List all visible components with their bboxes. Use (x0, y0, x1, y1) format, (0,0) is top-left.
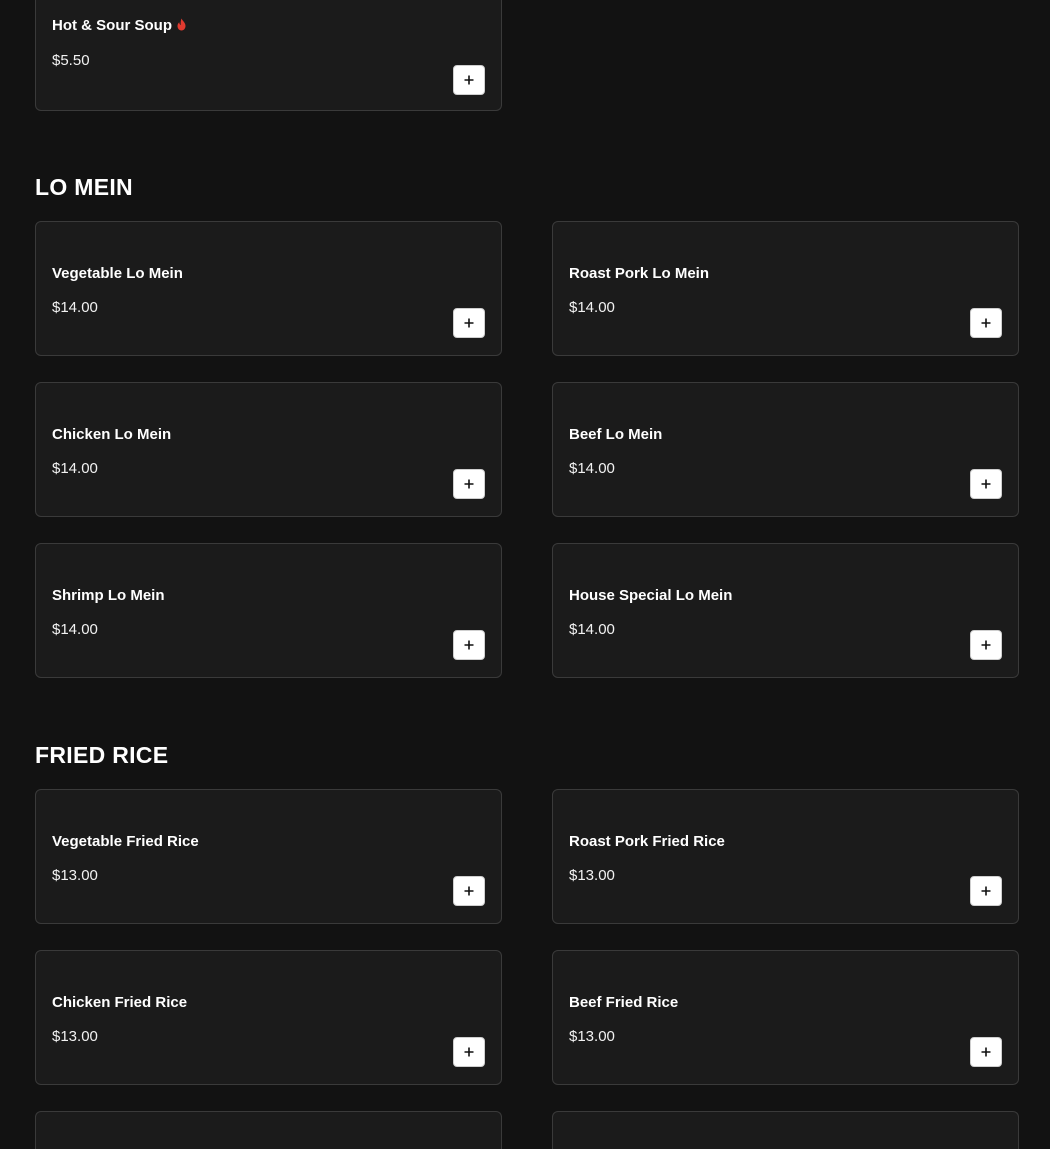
menu-item-price: $14.00 (52, 621, 98, 638)
menu-item-card[interactable]: Shrimp Lo Mein $14.00 (35, 543, 502, 678)
menu-item-name: Beef Lo Mein (569, 426, 663, 443)
add-item-button[interactable] (453, 308, 485, 338)
menu-item-card[interactable]: Vegetable Fried Rice $13.00 (35, 789, 502, 924)
menu-item-card[interactable]: Beef Lo Mein $14.00 (552, 382, 1019, 517)
menu-item-card[interactable]: Chicken Fried Rice $13.00 (35, 950, 502, 1085)
menu-item-card[interactable]: Hot & Sour Soup $5.50 (35, 0, 502, 111)
menu-item-price: $13.00 (569, 1028, 615, 1045)
menu-item-name: Chicken Lo Mein (52, 426, 172, 443)
menu-item-name: Shrimp Lo Mein (52, 587, 165, 604)
menu-item-card[interactable]: House Special Lo Mein $14.00 (552, 543, 1019, 678)
add-item-button[interactable] (453, 630, 485, 660)
menu-item-name: Vegetable Fried Rice (52, 833, 199, 850)
menu-item-name: Vegetable Lo Mein (52, 265, 183, 282)
menu-item-price: $13.00 (569, 867, 615, 884)
plus-icon (981, 886, 991, 896)
add-item-button[interactable] (453, 876, 485, 906)
menu-item-price: $13.00 (52, 1028, 98, 1045)
menu-item-card[interactable]: Chicken Lo Mein $14.00 (35, 382, 502, 517)
plus-icon (464, 75, 474, 85)
add-item-button[interactable] (453, 65, 485, 95)
plus-icon (981, 1047, 991, 1057)
add-item-button[interactable] (453, 1037, 485, 1067)
menu-item-price: $14.00 (569, 460, 615, 477)
plus-icon (464, 1047, 474, 1057)
menu-item-name: Beef Fried Rice (569, 994, 679, 1011)
plus-icon (464, 886, 474, 896)
menu-item-price: $13.00 (52, 867, 98, 884)
menu-item-price: $5.50 (52, 52, 90, 69)
plus-icon (981, 640, 991, 650)
menu-item-price: $14.00 (569, 621, 615, 638)
add-item-button[interactable] (970, 876, 1002, 906)
plus-icon (464, 479, 474, 489)
plus-icon (981, 479, 991, 489)
add-item-button[interactable] (453, 469, 485, 499)
menu-item-price: $14.00 (569, 299, 615, 316)
menu-item-card[interactable]: Roast Pork Lo Mein $14.00 (552, 221, 1019, 356)
add-item-button[interactable] (970, 1037, 1002, 1067)
menu-item-name: Roast Pork Fried Rice (569, 833, 725, 850)
plus-icon (464, 318, 474, 328)
add-item-button[interactable] (970, 469, 1002, 499)
menu-item-card[interactable]: Roast Pork Fried Rice $13.00 (552, 789, 1019, 924)
menu-item-name: Chicken Fried Rice (52, 994, 188, 1011)
section-title-lo-mein: LO MEIN (35, 174, 133, 200)
menu-item-card[interactable] (552, 1111, 1019, 1149)
plus-icon (464, 640, 474, 650)
menu-item-price: $14.00 (52, 460, 98, 477)
flame-icon (177, 18, 186, 31)
section-title-fried-rice: FRIED RICE (35, 742, 169, 768)
menu-page: Hot & Sour Soup $5.50 LO MEIN Vegetable … (0, 0, 1050, 1149)
menu-item-name: Hot & Sour Soup (52, 17, 187, 35)
add-item-button[interactable] (970, 308, 1002, 338)
menu-item-card[interactable] (35, 1111, 502, 1149)
plus-icon (981, 318, 991, 328)
menu-item-name: Roast Pork Lo Mein (569, 265, 710, 282)
menu-item-card[interactable]: Beef Fried Rice $13.00 (552, 950, 1019, 1085)
add-item-button[interactable] (970, 630, 1002, 660)
menu-item-card[interactable]: Vegetable Lo Mein $14.00 (35, 221, 502, 356)
menu-item-name: House Special Lo Mein (569, 587, 733, 604)
menu-item-price: $14.00 (52, 299, 98, 316)
